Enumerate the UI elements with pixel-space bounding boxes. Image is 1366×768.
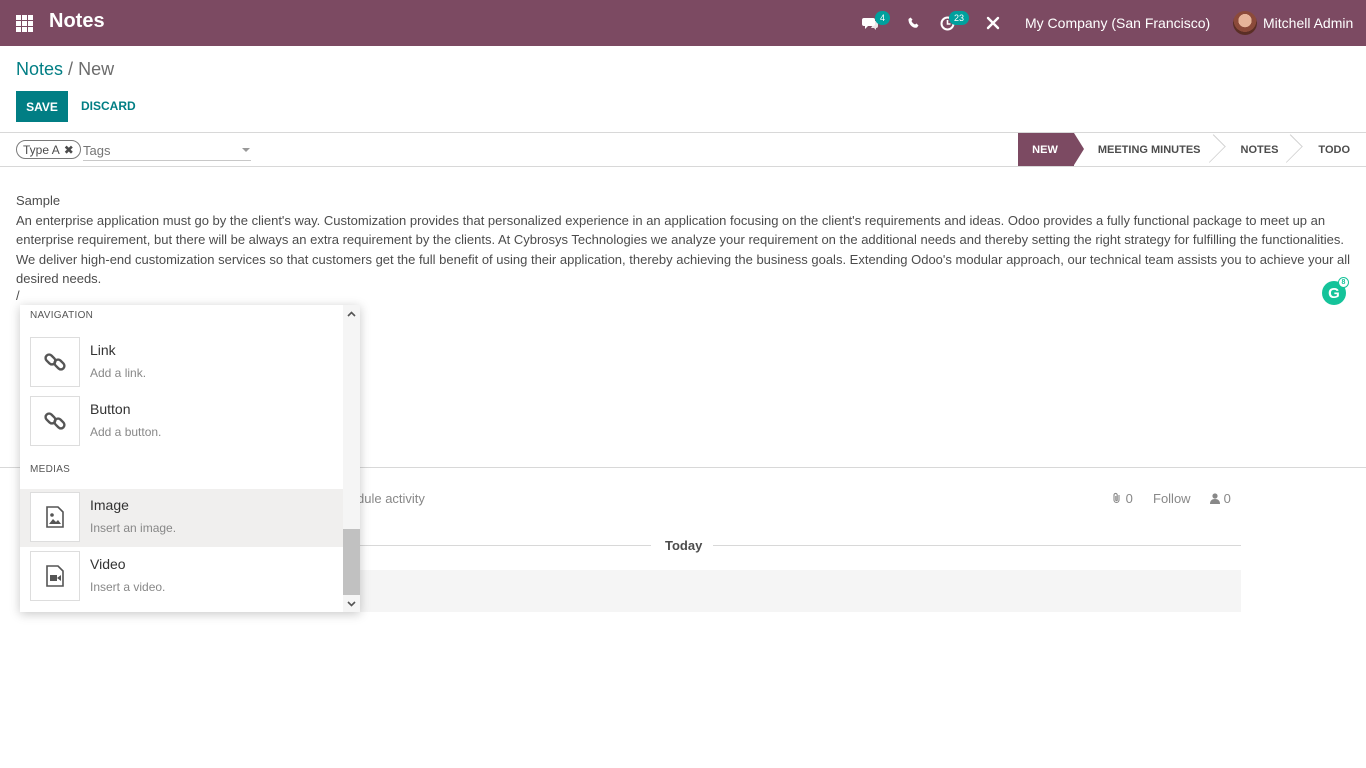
followers-count: 0 xyxy=(1223,491,1231,506)
form-statusbar: Type A ✖ NEW MEETING MINUTES NOTES TODO xyxy=(0,132,1366,167)
group-header-navigation: NAVIGATION xyxy=(30,310,94,321)
activities-badge: 23 xyxy=(949,11,970,25)
messages-button[interactable]: 4 xyxy=(862,0,891,46)
command-palette: NAVIGATION Link Add a link. Button Add a… xyxy=(20,305,360,612)
breadcrumb-current: New xyxy=(78,59,115,79)
breadcrumb-separator: / xyxy=(68,59,74,79)
discard-button[interactable]: DISCARD xyxy=(81,99,136,113)
group-header-medias: MEDIAS xyxy=(30,464,71,475)
phone-button[interactable] xyxy=(908,0,920,46)
palette-item-title: Image xyxy=(90,497,129,513)
remove-tag-icon[interactable]: ✖ xyxy=(64,143,74,157)
company-switcher[interactable]: My Company (San Francisco) xyxy=(1025,15,1210,31)
chevron-down-icon[interactable] xyxy=(242,148,250,152)
today-label: Today xyxy=(665,538,703,553)
grammarly-badge: 8 xyxy=(1338,277,1349,288)
app-title[interactable]: Notes xyxy=(49,10,105,33)
top-navbar: Notes 4 23 My Company (San Francisco) Mi… xyxy=(0,0,1366,46)
palette-item-title: Link xyxy=(90,342,116,358)
image-icon xyxy=(30,492,80,542)
follow-button[interactable]: Follow xyxy=(1153,491,1191,506)
palette-item-image[interactable]: Image Insert an image. xyxy=(20,489,343,547)
scroll-down-icon[interactable] xyxy=(343,595,360,612)
tags-input[interactable] xyxy=(83,141,251,161)
today-divider-left xyxy=(357,545,651,546)
tools-icon xyxy=(986,16,1000,30)
debug-tools-button[interactable] xyxy=(986,0,1000,46)
attachments-count: 0 xyxy=(1125,491,1133,506)
followers-button[interactable]: 0 xyxy=(1210,491,1231,506)
user-icon xyxy=(1210,493,1220,504)
stage-new[interactable]: NEW xyxy=(1018,133,1084,166)
save-button[interactable]: SAVE xyxy=(16,91,68,122)
scroll-up-icon[interactable] xyxy=(343,305,360,322)
link-icon xyxy=(30,337,80,387)
note-body-text: An enterprise application must go by the… xyxy=(16,212,1351,287)
note-title-line: Sample xyxy=(16,193,61,208)
phone-icon xyxy=(908,17,919,28)
scrollbar-thumb[interactable] xyxy=(343,529,360,595)
stage-meeting-minutes[interactable]: MEETING MINUTES xyxy=(1074,133,1217,166)
palette-scrollbar[interactable] xyxy=(343,305,360,612)
palette-item-title: Button xyxy=(90,401,131,417)
avatar xyxy=(1233,11,1257,35)
paperclip-icon xyxy=(1113,492,1120,504)
palette-item-desc: Insert an image. xyxy=(90,521,177,535)
palette-item-desc: Insert a video. xyxy=(90,580,166,594)
tag-badge: Type A ✖ xyxy=(16,140,81,159)
stage-todo[interactable]: TODO xyxy=(1294,133,1366,166)
apps-menu-icon[interactable] xyxy=(16,15,33,32)
palette-item-button[interactable]: Button Add a button. xyxy=(20,393,343,451)
breadcrumb-notes-link[interactable]: Notes xyxy=(16,59,63,79)
activities-button[interactable]: 23 xyxy=(940,0,970,46)
command-input-line[interactable]: / xyxy=(16,288,20,303)
stage-pipeline: NEW MEETING MINUTES NOTES TODO xyxy=(1018,133,1366,166)
link-icon xyxy=(30,396,80,446)
messages-badge: 4 xyxy=(875,11,891,25)
palette-item-desc: Add a link. xyxy=(90,366,147,380)
note-editor[interactable]: Sample An enterprise application must go… xyxy=(16,191,1356,289)
user-name: Mitchell Admin xyxy=(1263,15,1354,31)
stage-notes[interactable]: NOTES xyxy=(1217,133,1295,166)
attachments-button[interactable]: 0 xyxy=(1112,491,1133,506)
tag-label: Type A xyxy=(23,142,60,157)
chatter-message xyxy=(357,570,1241,612)
schedule-activity-button[interactable]: dule activity xyxy=(357,491,425,506)
palette-item-desc: Add a button. xyxy=(90,425,162,439)
breadcrumb: Notes / New xyxy=(16,59,114,80)
palette-item-title: Video xyxy=(90,556,126,572)
video-icon xyxy=(30,551,80,601)
user-menu[interactable]: Mitchell Admin xyxy=(1233,11,1353,35)
today-divider-right xyxy=(713,545,1241,546)
grammarly-icon[interactable]: G 8 xyxy=(1322,277,1349,305)
palette-item-video[interactable]: Video Insert a video. xyxy=(20,548,343,606)
palette-item-link[interactable]: Link Add a link. xyxy=(20,334,343,392)
